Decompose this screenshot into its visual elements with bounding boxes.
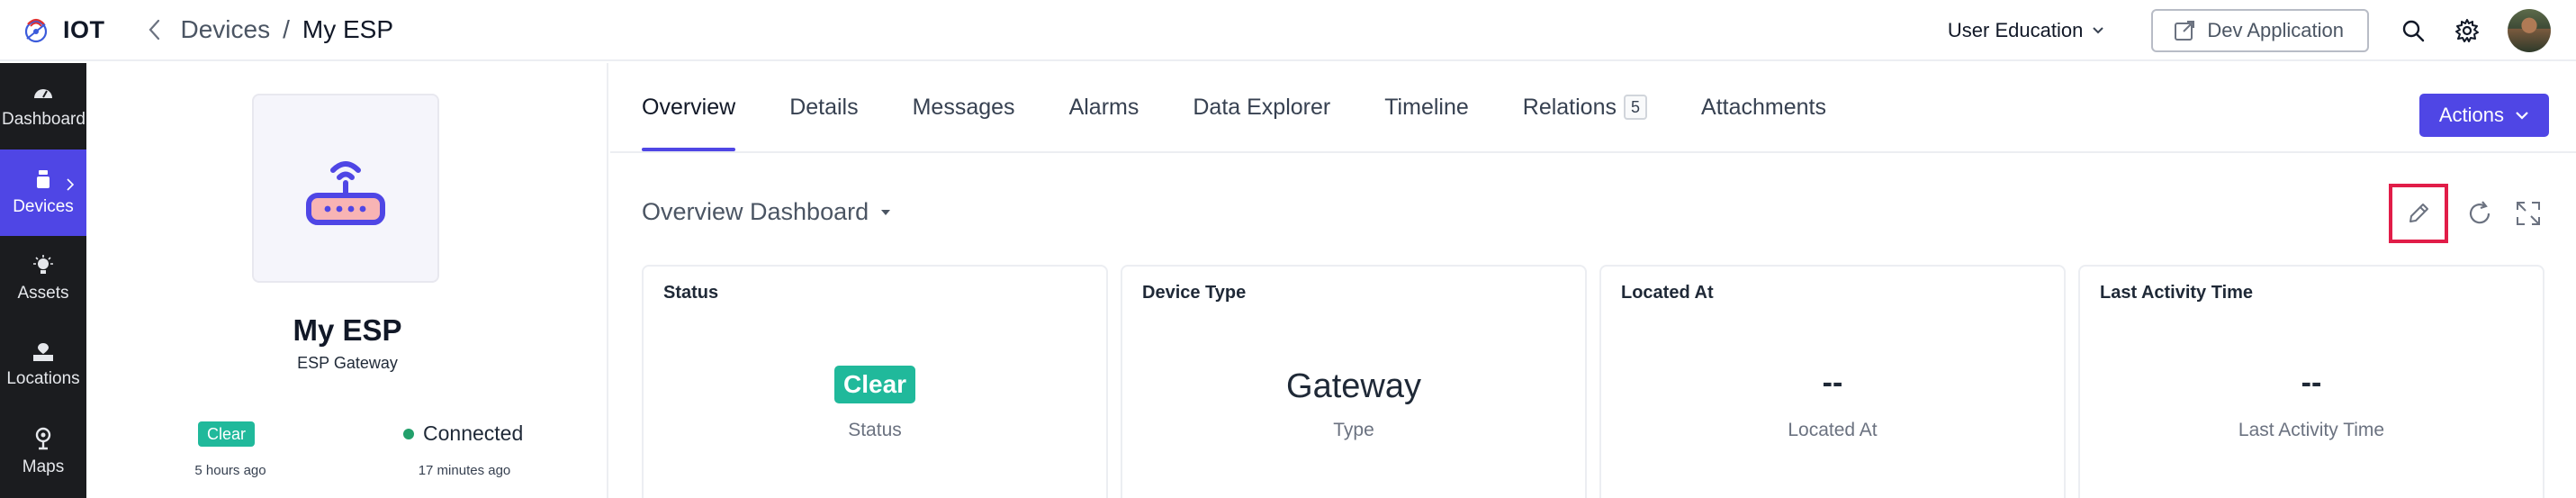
brand[interactable]: IOT <box>20 14 105 46</box>
located-at-card: Located At -- Located At <box>1599 265 2066 498</box>
tab-overview[interactable]: Overview <box>642 63 736 151</box>
rail-item-dashboards[interactable]: Dashboards <box>0 63 86 149</box>
tab-label: Relations <box>1522 94 1617 120</box>
device-type: ESP Gateway <box>297 354 398 372</box>
pencil-icon <box>2409 204 2428 222</box>
card-subtitle: Status <box>848 420 902 440</box>
tab-relations[interactable]: Relations 5 <box>1522 63 1648 151</box>
external-link-icon <box>2175 21 2195 41</box>
dev-application-label: Dev Application <box>2207 19 2344 41</box>
edit-dashboard-button[interactable] <box>2389 184 2448 243</box>
device-type-card: Device Type Gateway Type <box>1121 265 1587 498</box>
rail-label: Assets <box>17 284 69 303</box>
status-value-badge: Clear <box>834 366 916 403</box>
rail-item-devices[interactable]: Devices <box>0 149 86 236</box>
card-title: Status <box>663 283 719 303</box>
card-subtitle: Located At <box>1788 420 1878 440</box>
tab-attachments[interactable]: Attachments <box>1701 63 1826 151</box>
connection-timestamp: 17 minutes ago <box>418 463 511 478</box>
top-bar: IOT Devices / My ESP User Education Dev … <box>0 0 2576 61</box>
tab-label: Overview <box>642 94 736 120</box>
rail-label: Locations <box>6 369 80 388</box>
tab-timeline[interactable]: Timeline <box>1384 63 1469 151</box>
overview-widgets: Status Clear Status Device Type Gateway … <box>642 265 2546 498</box>
card-value: -- <box>2301 366 2322 400</box>
dashboard-title: Overview Dashboard <box>642 198 869 225</box>
tab-bar: Overview Details Messages Alarms Data Ex… <box>642 63 1880 151</box>
back-chevron-icon[interactable] <box>145 18 165 41</box>
card-title: Located At <box>1621 283 1714 303</box>
tab-label: Attachments <box>1701 94 1826 120</box>
app-logo-icon <box>24 18 48 43</box>
header-actions: User Education Dev Application <box>1948 0 2576 61</box>
left-nav-rail: Dashboards Devices Assets Locations <box>0 63 86 498</box>
search-icon <box>2402 20 2425 42</box>
actions-button[interactable]: Actions <box>2418 94 2549 137</box>
settings-button[interactable] <box>2454 17 2481 44</box>
fullscreen-icon[interactable] <box>2513 198 2544 229</box>
rail-item-maps[interactable]: Maps <box>0 409 86 495</box>
workspace-label: User Education <box>1947 19 2084 41</box>
status-timestamp: 5 hours ago <box>194 463 266 478</box>
main-content: Overview Details Messages Alarms Data Ex… <box>610 63 2576 498</box>
caret-down-icon <box>881 209 891 215</box>
search-button[interactable] <box>2400 17 2427 44</box>
tab-messages[interactable]: Messages <box>913 63 1015 151</box>
card-value: -- <box>1822 366 1843 400</box>
tab-label: Data Explorer <box>1193 94 1331 120</box>
device-image <box>252 94 439 283</box>
tab-details[interactable]: Details <box>789 63 858 151</box>
card-title: Last Activity Time <box>2100 283 2254 303</box>
actions-label: Actions <box>2438 104 2504 126</box>
card-value: Gateway <box>1286 367 1421 405</box>
card-title: Device Type <box>1142 283 1247 303</box>
connection-status: Connected <box>423 421 524 445</box>
rail-label: Dashboards <box>2 110 85 129</box>
status-card: Status Clear Status <box>642 265 1108 498</box>
user-avatar[interactable] <box>2508 9 2551 52</box>
rail-label: Maps <box>22 457 65 476</box>
location-icon <box>33 343 53 361</box>
rail-item-assets[interactable]: Assets <box>0 236 86 322</box>
tab-label: Alarms <box>1068 94 1139 120</box>
tab-data-explorer[interactable]: Data Explorer <box>1193 63 1330 151</box>
tab-alarms[interactable]: Alarms <box>1069 63 1139 151</box>
dev-application-button[interactable]: Dev Application <box>2151 9 2369 52</box>
breadcrumb-devices-link[interactable]: Devices <box>181 15 271 44</box>
device-name: My ESP <box>293 313 402 347</box>
workspace-selector[interactable]: User Education <box>1948 19 2104 42</box>
map-pin-icon <box>35 427 51 450</box>
app-name: IOT <box>63 15 105 43</box>
dashboard-selector[interactable]: Overview Dashboard <box>642 198 892 226</box>
dashboard-icon <box>34 89 52 98</box>
tab-label: Messages <box>912 94 1015 120</box>
router-icon <box>306 161 385 225</box>
tab-label: Details <box>789 94 859 120</box>
card-subtitle: Last Activity Time <box>2238 420 2385 440</box>
chevron-down-icon <box>2093 27 2104 34</box>
device-icon <box>37 170 50 188</box>
card-subtitle: Type <box>1333 420 1374 440</box>
relations-count-badge: 5 <box>1624 95 1648 120</box>
tab-label: Timeline <box>1384 94 1469 120</box>
breadcrumb-separator: / <box>283 15 290 43</box>
status-badge: Clear <box>198 421 256 447</box>
last-activity-card: Last Activity Time -- Last Activity Time <box>2078 265 2544 498</box>
chevron-down-icon <box>2516 112 2528 120</box>
device-summary-panel: My ESP ESP Gateway Clear 5 hours ago Con… <box>86 63 608 498</box>
gear-icon <box>2455 19 2479 42</box>
chevron-right-icon <box>67 178 74 191</box>
rail-label: Devices <box>13 197 74 216</box>
rail-item-locations[interactable]: Locations <box>0 322 86 409</box>
breadcrumb-current: My ESP <box>302 15 394 43</box>
divider <box>610 151 2576 153</box>
asset-icon <box>33 255 53 274</box>
connection-status-dot <box>403 429 414 439</box>
refresh-icon[interactable] <box>2464 198 2495 229</box>
